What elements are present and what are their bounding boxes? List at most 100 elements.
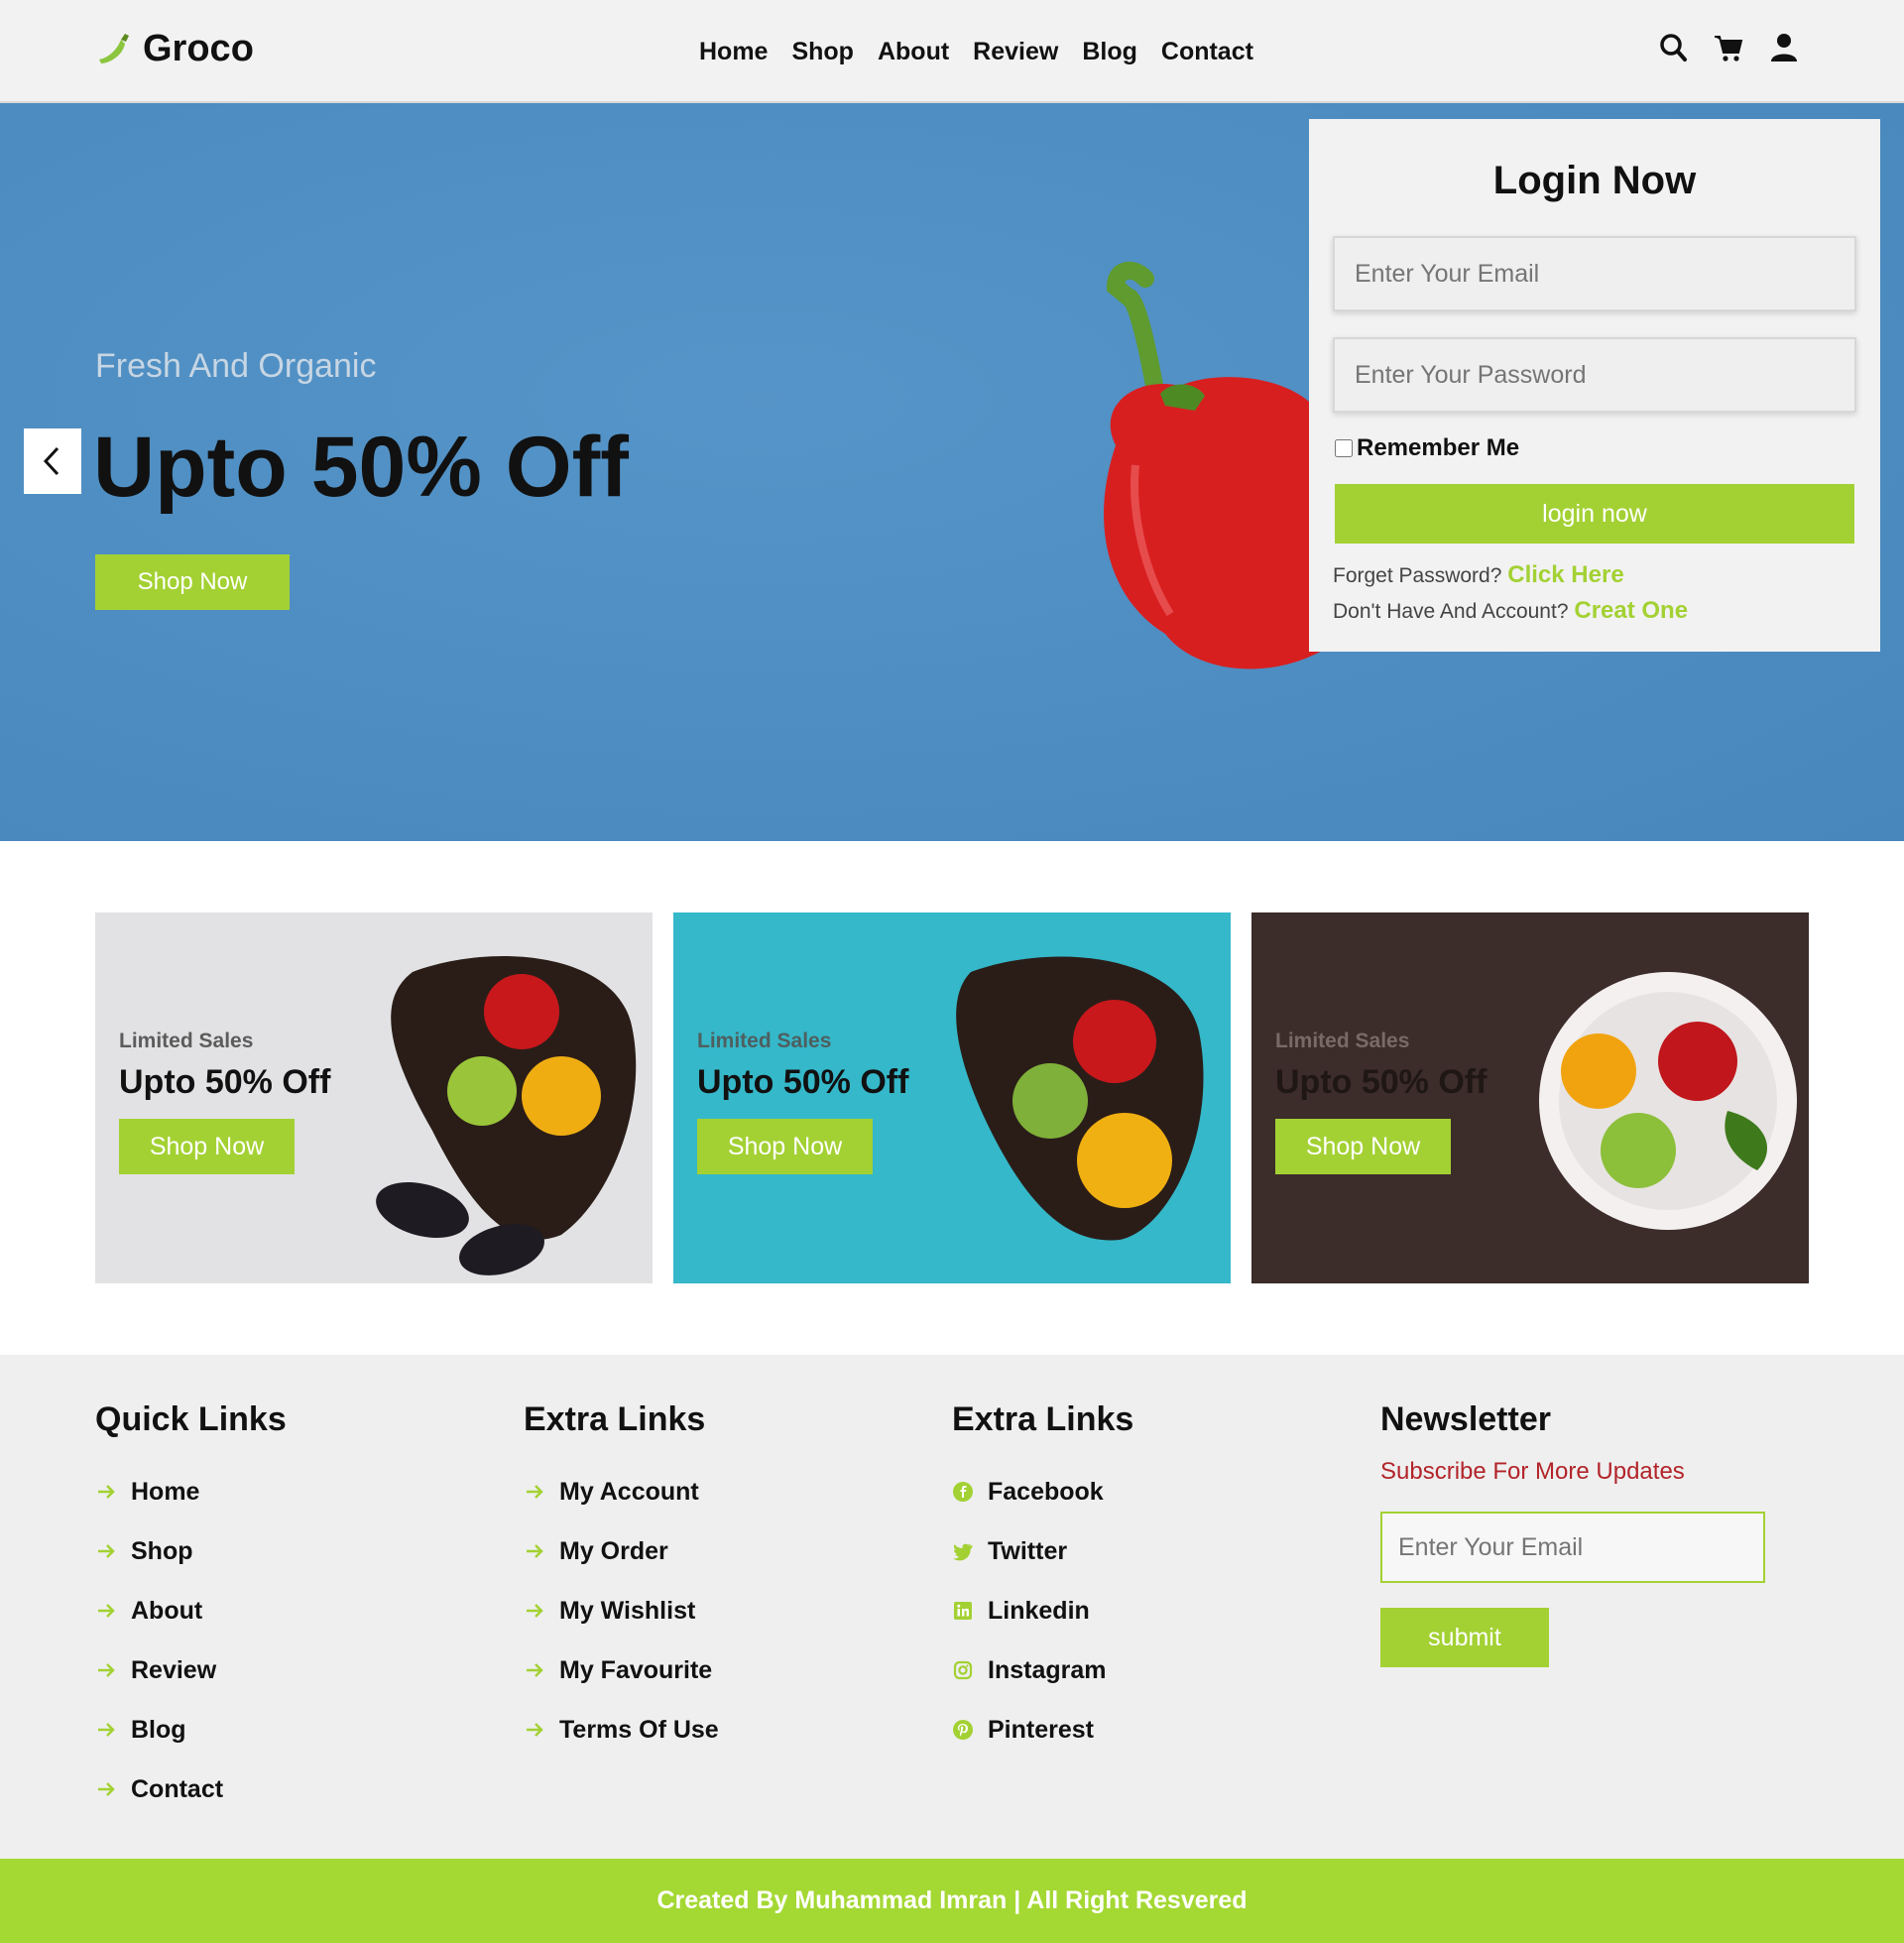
nav-review[interactable]: Review — [973, 38, 1058, 66]
login-password-input[interactable] — [1333, 337, 1856, 413]
site-footer: Quick Links Home Shop About Review Blog … — [0, 1355, 1904, 1859]
promo-card: Limited Sales Upto 50% Off Shop Now — [95, 912, 653, 1283]
newsletter-heading: Newsletter — [1380, 1400, 1551, 1438]
slider-prev-button[interactable] — [24, 428, 81, 494]
create-account-link[interactable]: Creat One — [1574, 597, 1688, 624]
footer-heading: Extra Links — [524, 1400, 706, 1438]
nav-home[interactable]: Home — [699, 38, 768, 66]
footer-heading: Extra Links — [952, 1400, 1134, 1438]
main-nav: Home Shop About Review Blog Contact — [699, 38, 1253, 66]
copyright-text: Created By Muhammad Imran | All Right Re… — [656, 1886, 1248, 1914]
footer-quick-links: Quick Links Home Shop About Review Blog … — [95, 1400, 287, 1819]
footer-link[interactable]: Contact — [95, 1760, 287, 1819]
footer-link[interactable]: My Account — [524, 1462, 719, 1521]
footer-link-label: My Wishlist — [559, 1596, 696, 1625]
site-header: Groco Home Shop About Review Blog Contac… — [0, 0, 1904, 103]
arrow-right-icon — [527, 1485, 543, 1499]
arrow-right-icon — [98, 1485, 115, 1499]
footer-link[interactable]: My Order — [524, 1521, 719, 1581]
hero-shop-button[interactable]: Shop Now — [95, 554, 290, 610]
footer-link[interactable]: Shop — [95, 1521, 287, 1581]
nav-about[interactable]: About — [878, 38, 949, 66]
remember-me-label: Remember Me — [1357, 434, 1520, 461]
arrow-right-icon — [527, 1544, 543, 1558]
create-account-row: Don't Have And Account? Creat One — [1333, 597, 1688, 625]
footer-extra-links: Extra Links My Account My Order My Wishl… — [524, 1400, 719, 1760]
logo[interactable]: Groco — [95, 28, 254, 70]
footer-link[interactable]: Twitter — [952, 1521, 1133, 1581]
card-title: Upto 50% Off — [119, 1063, 331, 1101]
footer-newsletter: Newsletter Subscribe For More Updates su… — [1380, 1400, 1765, 1667]
login-form: Login Now Remember Me login now Forget P… — [1309, 119, 1880, 652]
footer-link-label: My Order — [559, 1536, 668, 1565]
card-title: Upto 50% Off — [697, 1063, 909, 1101]
footer-link-label: Review — [131, 1655, 217, 1684]
login-button[interactable]: login now — [1335, 484, 1854, 544]
footer-link[interactable]: My Favourite — [524, 1640, 719, 1700]
nav-blog[interactable]: Blog — [1082, 38, 1137, 66]
remember-me-checkbox[interactable] — [1335, 439, 1353, 457]
footer-social-links: Extra Links Facebook Twitter Linkedin In… — [952, 1400, 1133, 1760]
arrow-right-icon — [527, 1604, 543, 1618]
create-account-text: Don't Have And Account? — [1333, 600, 1569, 623]
card-label: Limited Sales — [119, 1030, 254, 1052]
linkedin-icon — [954, 1602, 972, 1620]
remember-me: Remember Me — [1335, 434, 1519, 462]
search-icon[interactable] — [1658, 32, 1688, 63]
footer-link[interactable]: Review — [95, 1640, 287, 1700]
footer-link[interactable]: Linkedin — [952, 1581, 1133, 1640]
twitter-icon — [953, 1543, 973, 1561]
newsletter-submit-button[interactable]: submit — [1380, 1608, 1549, 1667]
footer-link[interactable]: Terms Of Use — [524, 1700, 719, 1760]
newsletter-email-input[interactable] — [1380, 1512, 1765, 1583]
arrow-right-icon — [98, 1723, 115, 1737]
chili-logo-icon — [99, 33, 129, 63]
footer-link[interactable]: About — [95, 1581, 287, 1640]
arrow-right-icon — [527, 1723, 543, 1737]
arrow-right-icon — [98, 1604, 115, 1618]
footer-link[interactable]: Instagram — [952, 1640, 1133, 1700]
footer-link[interactable]: Blog — [95, 1700, 287, 1760]
card-shop-button[interactable]: Shop Now — [697, 1119, 873, 1174]
arrow-right-icon — [98, 1544, 115, 1558]
promo-card: Limited Sales Upto 50% Off Shop Now — [1251, 912, 1809, 1283]
login-title: Login Now — [1492, 159, 1697, 202]
hero-banner: Fresh And Organic Upto 50% Off Shop Now … — [0, 103, 1904, 841]
footer-heading: Quick Links — [95, 1400, 287, 1438]
footer-link-label: My Favourite — [559, 1655, 713, 1684]
arrow-right-icon — [98, 1782, 115, 1796]
card-label: Limited Sales — [1275, 1030, 1410, 1052]
instagram-icon — [953, 1660, 973, 1680]
cart-icon[interactable] — [1714, 32, 1743, 63]
login-email-input[interactable] — [1333, 236, 1856, 311]
footer-link[interactable]: Facebook — [952, 1462, 1133, 1521]
footer-link-label: Facebook — [988, 1477, 1104, 1506]
footer-link[interactable]: Home — [95, 1462, 287, 1521]
footer-link-label: My Account — [559, 1477, 699, 1506]
promo-cards: Limited Sales Upto 50% Off Shop Now Limi… — [95, 912, 1809, 1283]
card-label: Limited Sales — [697, 1030, 832, 1052]
copyright-bar: Created By Muhammad Imran | All Right Re… — [0, 1859, 1904, 1943]
footer-link-label: Twitter — [988, 1536, 1068, 1565]
card-title: Upto 50% Off — [1275, 1063, 1488, 1101]
footer-link-label: Pinterest — [988, 1715, 1094, 1744]
chevron-left-icon — [43, 446, 60, 476]
header-actions — [1658, 32, 1799, 63]
card-shop-button[interactable]: Shop Now — [1275, 1119, 1451, 1174]
user-icon[interactable] — [1769, 32, 1799, 63]
nav-shop[interactable]: Shop — [791, 38, 854, 66]
logo-text: Groco — [143, 28, 254, 69]
footer-link[interactable]: Pinterest — [952, 1700, 1133, 1760]
footer-link-label: Instagram — [988, 1655, 1107, 1684]
card-shop-button[interactable]: Shop Now — [119, 1119, 295, 1174]
footer-link[interactable]: My Wishlist — [524, 1581, 719, 1640]
nav-contact[interactable]: Contact — [1161, 38, 1253, 66]
red-pepper-image — [1104, 261, 1334, 669]
footer-link-label: Home — [131, 1477, 200, 1506]
forget-password-link[interactable]: Click Here — [1507, 561, 1623, 588]
forget-password-row: Forget Password? Click Here — [1333, 561, 1624, 589]
footer-link-label: Blog — [131, 1715, 186, 1744]
footer-link-label: Terms Of Use — [559, 1715, 719, 1744]
forget-password-text: Forget Password? — [1333, 564, 1502, 587]
footer-link-label: Contact — [131, 1774, 224, 1803]
